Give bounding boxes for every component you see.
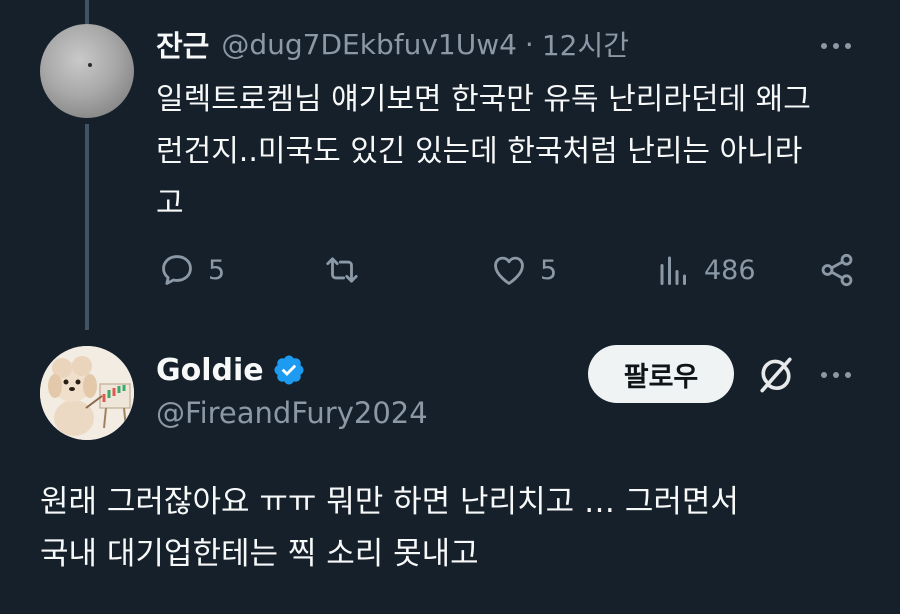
heart-icon — [494, 256, 524, 285]
views-button[interactable]: 486 — [656, 250, 756, 290]
like-button[interactable]: 5 — [490, 250, 557, 290]
display-name[interactable]: 잔근 — [156, 23, 209, 65]
share-button[interactable] — [818, 250, 856, 290]
like-count: 5 — [540, 254, 558, 286]
more-options-icon[interactable] — [821, 372, 851, 378]
grok-icon[interactable] — [754, 353, 798, 397]
dog-chart-avatar-icon — [40, 346, 134, 440]
tweet-timestamp[interactable]: 12시간 — [542, 24, 629, 64]
reply-icon — [162, 255, 192, 285]
user-handle[interactable]: @dug7DEkbfuv1Uw4 — [221, 28, 517, 61]
retweet-icon — [326, 257, 358, 283]
share-icon — [821, 253, 853, 287]
goldie-name-row: Goldie — [156, 350, 306, 390]
user-avatar[interactable] — [40, 24, 134, 118]
display-name[interactable]: Goldie — [156, 353, 264, 388]
user-handle[interactable]: @FireandFury2024 — [156, 396, 428, 430]
tweet-thread-view: 잔근 @dug7DEkbfuv1Uw4 · 12시간 일렉트로켐님 얘기보면 한… — [0, 0, 900, 614]
reply-count: 5 — [208, 254, 226, 286]
verified-badge-icon[interactable] — [272, 353, 306, 387]
avatar-dot — [88, 63, 92, 67]
more-options-icon[interactable] — [821, 43, 851, 49]
tweet-text: 원래 그러잖아요 ㅠㅠ 뭐만 하면 난리치고 … 그러면서 국내 대기업한테는 … — [40, 484, 739, 572]
thread-connector — [85, 124, 89, 330]
reply-button[interactable]: 5 — [158, 250, 225, 290]
view-count: 486 — [704, 254, 756, 286]
retweet-button[interactable] — [322, 250, 374, 290]
tweet-header: 잔근 @dug7DEkbfuv1Uw4 · 12시간 — [156, 22, 629, 66]
tweet-text: 일렉트로켐님 얘기보면 한국만 유독 난리라던데 왜그 런건지..미국도 있긴 … — [156, 82, 811, 221]
views-chart-icon — [660, 256, 686, 285]
goldie-avatar[interactable] — [40, 346, 134, 440]
thread-connector-top — [85, 0, 89, 24]
header-separator: · — [524, 27, 534, 61]
follow-button[interactable]: 팔로우 — [588, 345, 734, 403]
